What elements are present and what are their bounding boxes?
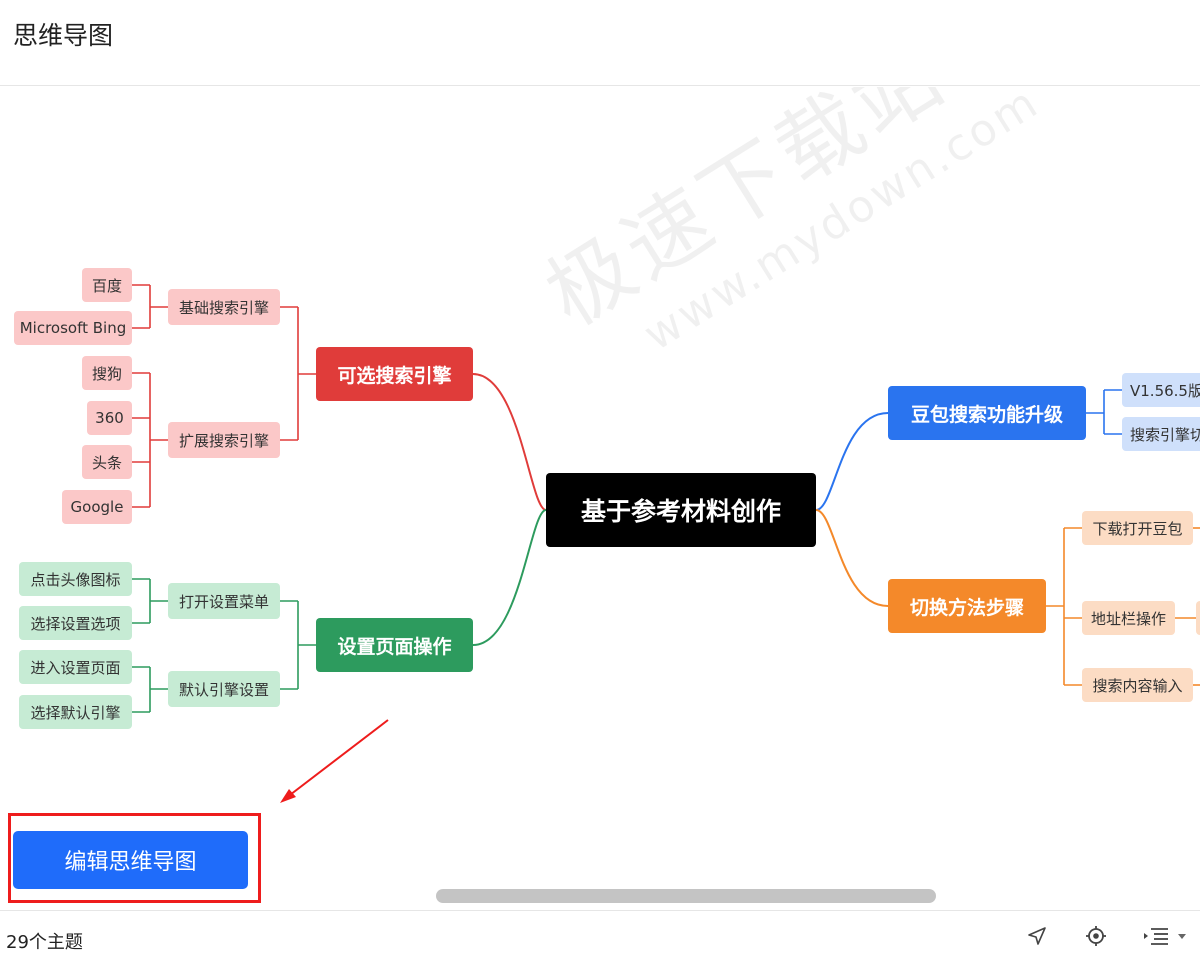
leaf-download-doubao[interactable]: 下载打开豆包 (1082, 511, 1193, 545)
leaf-toutiao[interactable]: 头条 (82, 445, 132, 479)
topic-settings-page[interactable]: 设置页面操作 (316, 618, 473, 672)
leaf-sogou[interactable]: 搜狗 (82, 356, 132, 390)
locate-arrow-icon[interactable] (1026, 925, 1048, 947)
leaf-choose-default[interactable]: 选择默认引擎 (19, 695, 132, 729)
edit-mindmap-button[interactable]: 编辑思维导图 (13, 831, 248, 889)
topic-doubao-upgrade[interactable]: 豆包搜索功能升级 (888, 386, 1086, 440)
leaf-version[interactable]: V1.56.5版 (1122, 373, 1200, 407)
leaf-baidu[interactable]: 百度 (82, 268, 132, 302)
leaf-address-bar[interactable]: 地址栏操作 (1082, 601, 1175, 635)
subtopic-extended-engines[interactable]: 扩展搜索引擎 (168, 422, 280, 458)
subtopic-default-engine[interactable]: 默认引擎设置 (168, 671, 280, 707)
center-target-icon[interactable] (1085, 925, 1107, 947)
leaf-choose-settings[interactable]: 选择设置选项 (19, 606, 132, 640)
outline-list-icon[interactable] (1142, 925, 1192, 947)
root-topic[interactable]: 基于参考材料创作 (546, 473, 816, 547)
leaf-collapsed-child[interactable] (1196, 601, 1200, 635)
app-header: 思维导图 (0, 0, 1200, 86)
status-bar: 29个主题 (0, 910, 1200, 954)
horizontal-scrollbar[interactable] (436, 889, 936, 903)
topic-search-engines[interactable]: 可选搜索引擎 (316, 347, 473, 401)
topic-count: 29个主题 (6, 932, 83, 953)
leaf-bing[interactable]: Microsoft Bing (14, 311, 132, 345)
leaf-search-input[interactable]: 搜索内容输入 (1082, 668, 1193, 702)
leaf-click-avatar[interactable]: 点击头像图标 (19, 562, 132, 596)
page-title: 思维导图 (13, 21, 114, 50)
topic-switch-steps[interactable]: 切换方法步骤 (888, 579, 1046, 633)
leaf-google[interactable]: Google (62, 490, 132, 524)
mindmap-canvas[interactable]: 极速下载站 www.mydown.com 基于参考材料创作 可选搜索引擎 基础搜… (0, 87, 1200, 909)
subtopic-open-menu[interactable]: 打开设置菜单 (168, 583, 280, 619)
subtopic-basic-engines[interactable]: 基础搜索引擎 (168, 289, 280, 325)
leaf-360[interactable]: 360 (87, 401, 132, 435)
leaf-enter-settings[interactable]: 进入设置页面 (19, 650, 132, 684)
leaf-engine-switch[interactable]: 搜索引擎切 (1122, 417, 1200, 451)
